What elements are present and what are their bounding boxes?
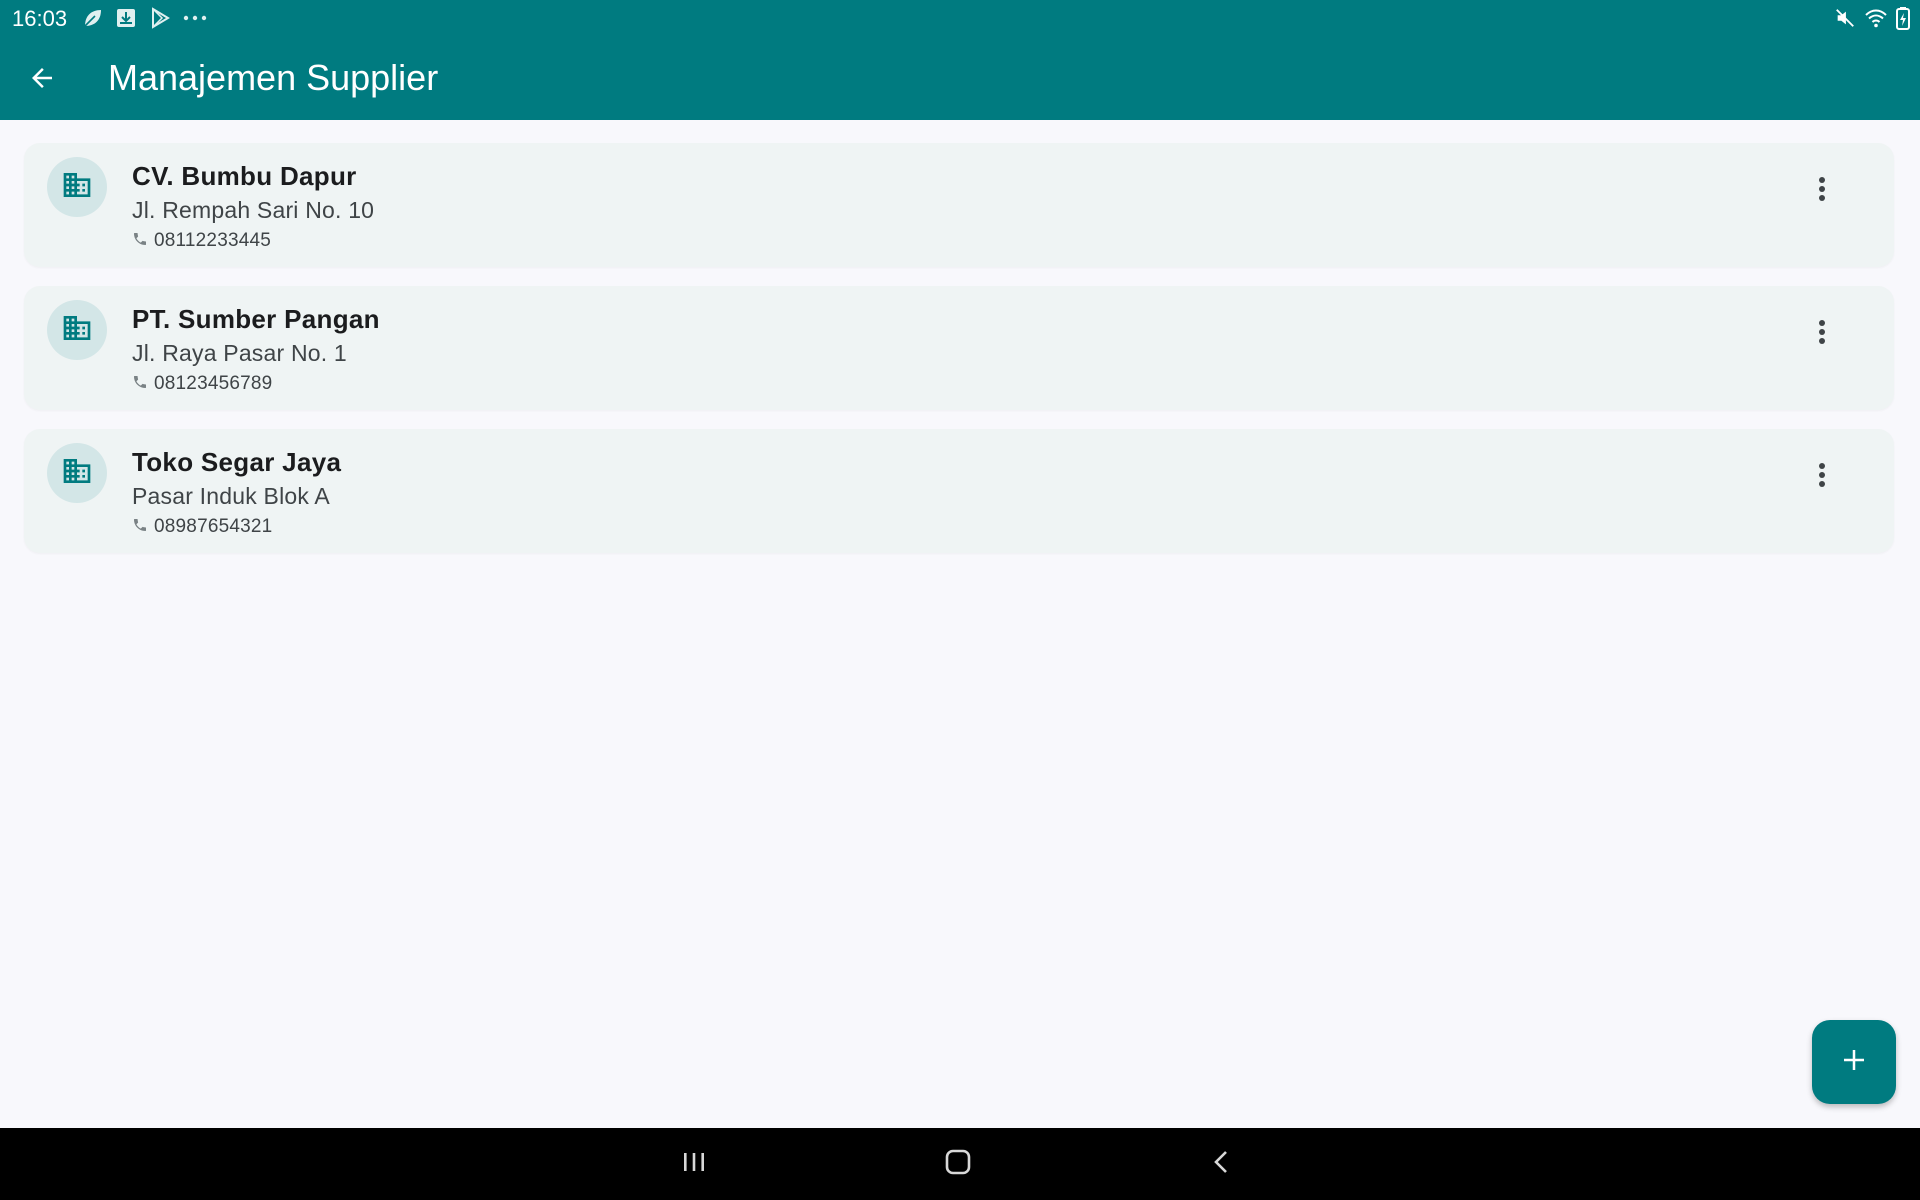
plus-icon	[1839, 1045, 1869, 1080]
supplier-card[interactable]: PT. Sumber Pangan Jl. Raya Pasar No. 1 0…	[24, 286, 1894, 410]
supplier-name: Toko Segar Jaya	[132, 447, 342, 477]
supplier-avatar	[47, 300, 107, 360]
leaf-icon	[80, 6, 104, 30]
battery-icon	[1896, 6, 1910, 35]
supplier-address: Jl. Rempah Sari No. 10	[132, 197, 375, 223]
home-icon	[944, 1148, 972, 1181]
building-icon	[61, 312, 93, 349]
supplier-address: Jl. Raya Pasar No. 1	[132, 340, 347, 366]
supplier-avatar	[47, 443, 107, 503]
phone-icon	[132, 374, 148, 395]
more-vertical-icon	[1810, 318, 1834, 351]
supplier-menu-button[interactable]	[1800, 169, 1844, 213]
recent-apps-icon	[680, 1150, 708, 1179]
status-system-icons	[1834, 6, 1910, 35]
arrow-left-icon	[27, 63, 57, 98]
page-title: Manajemen Supplier	[108, 57, 439, 98]
supplier-phone-row: 08123456789	[132, 373, 272, 395]
play-store-icon	[148, 6, 172, 30]
more-dots-icon	[182, 6, 208, 30]
phone-icon	[132, 231, 148, 252]
supplier-phone: 08112233445	[154, 230, 272, 251]
supplier-address: Pasar Induk Blok A	[132, 483, 330, 509]
supplier-phone: 08987654321	[154, 516, 273, 537]
supplier-menu-button[interactable]	[1800, 312, 1844, 356]
supplier-card[interactable]: Toko Segar Jaya Pasar Induk Blok A 08987…	[24, 429, 1894, 553]
back-button[interactable]	[18, 56, 66, 104]
nav-back-button[interactable]	[1198, 1144, 1246, 1184]
more-vertical-icon	[1810, 175, 1834, 208]
add-supplier-button[interactable]	[1812, 1020, 1896, 1104]
more-vertical-icon	[1810, 461, 1834, 494]
status-time: 16:03	[12, 6, 68, 31]
supplier-list: CV. Bumbu Dapur Jl. Rempah Sari No. 10 0…	[24, 143, 1894, 572]
home-button[interactable]	[934, 1144, 982, 1184]
back-icon	[1210, 1148, 1234, 1181]
system-nav-bar	[0, 1128, 1920, 1200]
supplier-avatar	[47, 157, 107, 217]
supplier-name: PT. Sumber Pangan	[132, 304, 380, 334]
supplier-phone-row: 08112233445	[132, 230, 271, 252]
supplier-menu-button[interactable]	[1800, 455, 1844, 499]
status-bar: 16:03	[0, 0, 1920, 36]
mute-icon	[1834, 7, 1856, 34]
wifi-icon	[1864, 7, 1888, 34]
phone-icon	[132, 517, 148, 538]
building-icon	[61, 455, 93, 492]
download-box-icon	[114, 6, 138, 30]
building-icon	[61, 169, 93, 206]
recent-apps-button[interactable]	[670, 1144, 718, 1184]
supplier-phone-row: 08987654321	[132, 516, 272, 538]
status-notification-icons	[80, 6, 208, 30]
app-bar: Manajemen Supplier	[0, 36, 1920, 120]
supplier-name: CV. Bumbu Dapur	[132, 161, 357, 191]
supplier-phone: 08123456789	[154, 373, 273, 394]
supplier-card[interactable]: CV. Bumbu Dapur Jl. Rempah Sari No. 10 0…	[24, 143, 1894, 267]
